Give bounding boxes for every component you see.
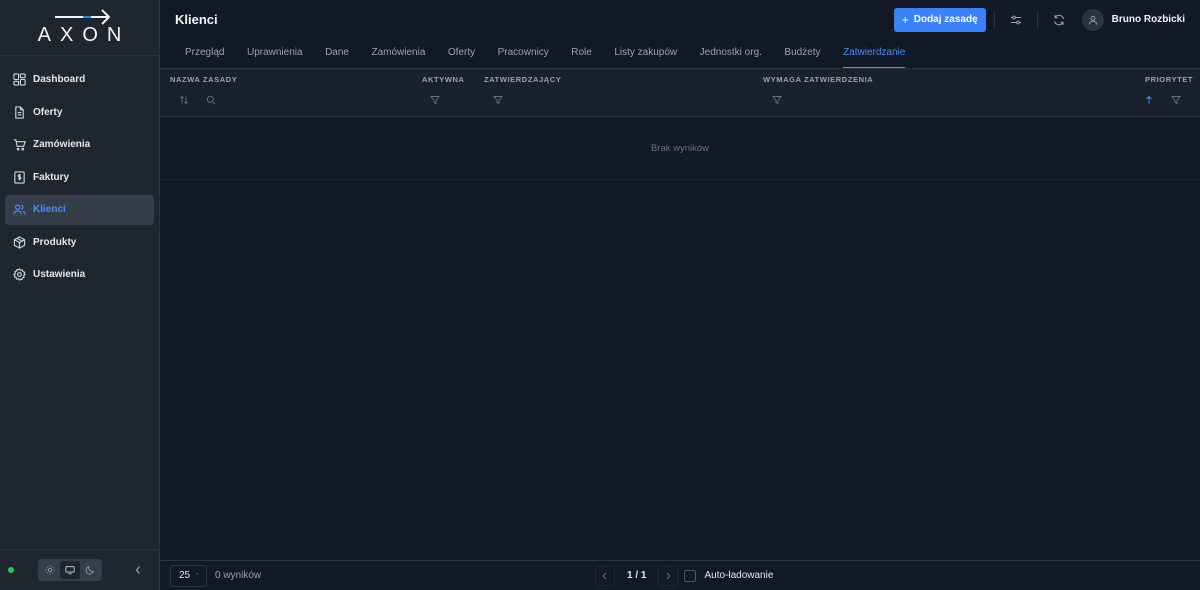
pagination: 1 / 1 Auto-ładowanie: [595, 561, 773, 590]
box-icon: [13, 235, 26, 249]
chevron-right-icon: [667, 572, 672, 579]
refresh-button[interactable]: [1038, 14, 1080, 26]
add-rule-button-label: Dodaj zasadę: [913, 14, 978, 25]
header-actions: + Dodaj zasadę Bruno Rozbicki: [893, 0, 1200, 39]
page-size-value: 25: [179, 570, 191, 581]
tab-pracownicy[interactable]: Pracownicy: [498, 38, 549, 68]
user-menu[interactable]: Bruno Rozbicki: [1081, 8, 1185, 31]
document-icon: [13, 105, 26, 119]
empty-state-text: Brak wyników: [650, 142, 710, 154]
tab-jednostki-org[interactable]: Jednostki org.: [700, 38, 762, 68]
sidebar-item-label: Faktury: [33, 171, 70, 183]
search-icon: [206, 95, 216, 105]
theme-light-button[interactable]: [40, 561, 60, 579]
refresh-icon: [1053, 14, 1064, 25]
table-header: NAZWA ZASADY AKTYWNA ZATWIERDZAJĄCY WYMA…: [160, 69, 1200, 117]
user-icon: [1088, 15, 1097, 25]
sidebar-nav: Dashboard Oferty Zamówienia Faktury Klie…: [0, 56, 159, 290]
result-count: 0 wyników: [215, 570, 262, 581]
column-header-priority[interactable]: PRIORYTET: [1145, 75, 1193, 84]
arrow-up-icon: [1146, 95, 1152, 104]
tabs: Przegląd Uprawnienia Dane Zamówienia Ofe…: [160, 39, 1200, 69]
tab-zatwierdzanie[interactable]: Zatwierdzanie: [843, 38, 906, 68]
sidebar-item-label: Ustawienia: [33, 269, 86, 280]
moon-icon: [85, 566, 94, 575]
sidebar-item-label: Produkty: [33, 236, 77, 248]
auto-load-checkbox[interactable]: [684, 569, 697, 582]
tab-przeglad[interactable]: Przegląd: [185, 38, 224, 68]
page-title: Klienci: [175, 12, 218, 27]
sidebar-item-label: Klienci: [33, 204, 66, 215]
sidebar-item-zamowienia[interactable]: Zamówienia: [5, 130, 154, 160]
theme-system-button[interactable]: [60, 561, 80, 579]
column-header-name[interactable]: NAZWA ZASADY: [170, 75, 237, 84]
sort-priority-button[interactable]: [1144, 95, 1154, 105]
filter-icon: [430, 96, 440, 105]
sliders-icon: [1010, 15, 1021, 24]
logo-text: AXON: [37, 24, 131, 46]
filter-icon: [1171, 96, 1181, 105]
sort-icon: [180, 95, 188, 105]
chevron-left-icon: [135, 566, 140, 574]
logo[interactable]: AXON: [0, 0, 159, 56]
column-header-active[interactable]: AKTYWNA: [422, 75, 465, 84]
add-rule-button[interactable]: + Dodaj zasadę: [893, 7, 986, 32]
table-footer: 25 ⌃ 0 wyników 1 / 1 Auto-ładowanie: [160, 560, 1200, 590]
tab-uprawnienia[interactable]: Uprawnienia: [247, 38, 303, 68]
filter-icon: [772, 96, 782, 105]
dashboard-icon: [13, 73, 26, 86]
sidebar-item-dashboard[interactable]: Dashboard: [5, 65, 154, 95]
sidebar-item-klienci[interactable]: Klienci: [5, 194, 154, 225]
search-column-button[interactable]: [206, 95, 216, 105]
main-content: Klienci + Dodaj zasadę Bruno Rozbicki Pr…: [160, 0, 1200, 590]
sidebar-item-label: Dashboard: [33, 74, 86, 85]
users-icon: [13, 203, 26, 216]
theme-switch: [38, 559, 102, 581]
tab-zamowienia[interactable]: Zamówienia: [371, 38, 425, 68]
tab-budzety[interactable]: Budżety: [784, 38, 820, 68]
chevron-left-icon: [602, 572, 607, 579]
sidebar: AXON Dashboard Oferty Zamówienia Faktury: [0, 0, 160, 590]
filter-priority-button[interactable]: [1171, 95, 1181, 105]
page-header: Klienci + Dodaj zasadę Bruno Rozbicki: [160, 0, 1200, 39]
gear-icon: [13, 268, 26, 281]
cart-icon: [13, 138, 26, 151]
filter-approvers-button[interactable]: [493, 95, 503, 105]
next-page-button[interactable]: [658, 565, 679, 586]
avatar: [1081, 8, 1104, 31]
sort-button[interactable]: [179, 95, 189, 105]
prev-page-button[interactable]: [595, 565, 615, 586]
column-header-requires[interactable]: WYMAGA ZATWIERDZENIA: [763, 75, 873, 84]
filter-active-button[interactable]: [430, 95, 440, 105]
filter-icon: [493, 96, 503, 105]
tab-oferty[interactable]: Oferty: [448, 38, 475, 68]
chevron-up-icon: ⌃: [194, 572, 200, 580]
sidebar-item-faktury[interactable]: Faktury: [5, 162, 154, 192]
page-indicator: 1 / 1: [627, 570, 647, 581]
filter-requires-button[interactable]: [772, 95, 782, 105]
sidebar-item-ustawienia[interactable]: Ustawienia: [5, 260, 154, 290]
theme-dark-button[interactable]: [80, 561, 100, 579]
sidebar-item-label: Zamówienia: [33, 139, 91, 150]
tab-listy-zakupow[interactable]: Listy zakupów: [614, 38, 677, 68]
invoice-icon: [13, 170, 26, 184]
collapse-sidebar-button[interactable]: [134, 565, 142, 575]
sidebar-item-label: Oferty: [33, 106, 63, 118]
auto-load-label[interactable]: Auto-ładowanie: [704, 570, 773, 581]
plus-icon: +: [901, 12, 909, 27]
filter-settings-button[interactable]: [995, 14, 1037, 26]
monitor-icon: [65, 566, 75, 575]
sun-icon: [45, 565, 55, 575]
user-name: Bruno Rozbicki: [1111, 14, 1185, 25]
empty-state: Brak wyników: [160, 117, 1200, 180]
sidebar-item-oferty[interactable]: Oferty: [5, 97, 154, 127]
sidebar-item-produkty[interactable]: Produkty: [5, 227, 154, 257]
tab-role[interactable]: Role: [571, 38, 592, 68]
page-size-select[interactable]: 25 ⌃: [170, 564, 207, 587]
column-header-approvers[interactable]: ZATWIERDZAJĄCY: [484, 75, 561, 84]
connection-status-dot: [8, 567, 14, 573]
sidebar-footer: [0, 549, 159, 590]
tab-dane[interactable]: Dane: [325, 38, 349, 68]
